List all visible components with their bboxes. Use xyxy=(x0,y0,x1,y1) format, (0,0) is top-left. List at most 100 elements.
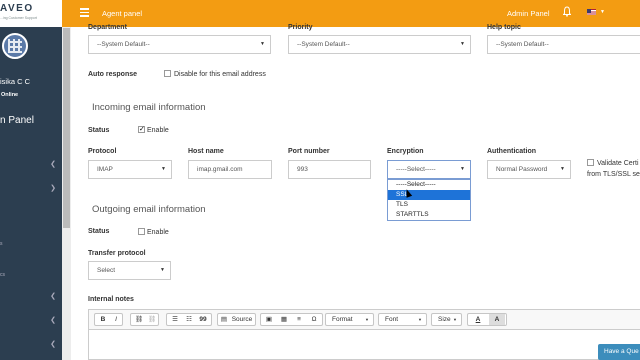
encryption-option-tls[interactable]: TLS xyxy=(388,200,470,210)
host-name-input[interactable] xyxy=(188,160,272,179)
outgoing-status-label: Status xyxy=(88,228,110,235)
avatar xyxy=(2,33,28,59)
validate-cert-label-line2: from TLS/SSL se xyxy=(587,171,640,178)
internal-notes-label: Internal notes xyxy=(88,296,134,303)
source-button[interactable]: ▤ Source xyxy=(217,313,256,326)
hamburger-menu-icon[interactable] xyxy=(80,8,89,17)
italic-button[interactable]: I xyxy=(110,314,122,325)
agent-panel-link[interactable]: Agent panel xyxy=(102,9,142,18)
incoming-status-label: Status xyxy=(88,127,110,134)
bell-icon[interactable] xyxy=(563,6,571,17)
chevron-down-icon: ▼ xyxy=(418,317,422,322)
language-caret-icon[interactable]: ▼ xyxy=(600,9,605,15)
protocol-label: Protocol xyxy=(88,148,117,155)
encryption-select-value: -----Select----- xyxy=(396,166,436,173)
sidebar-item-3[interactable]: ❮ xyxy=(0,285,62,309)
priority-select[interactable]: --System Default-- ▼ xyxy=(288,35,471,54)
format-dropdown-label: Format xyxy=(332,316,353,323)
chevron-down-icon: ▼ xyxy=(460,41,465,47)
encryption-option-starttls[interactable]: STARTTLS xyxy=(388,210,470,220)
logo-tagline: ...ing Customer Support xyxy=(0,16,37,20)
internal-notes-editor[interactable]: B I ⛓ ⛓ ☰ ☷ 99 ▤ Source ▣ ▦ ≡ Ω Format ▼ … xyxy=(88,309,640,360)
protocol-select[interactable]: IMAP ▼ xyxy=(88,160,172,179)
insert-group: ▣ ▦ ≡ Ω xyxy=(260,313,323,326)
blockquote-button[interactable]: 99 xyxy=(197,314,209,325)
list-group: ☰ ☷ 99 xyxy=(166,313,212,326)
chevron-down-icon: ❯ xyxy=(50,185,56,192)
table-icon[interactable]: ▦ xyxy=(278,314,290,325)
link-icon[interactable]: ⛓ xyxy=(133,314,145,325)
chevron-down-icon: ▼ xyxy=(260,41,265,47)
authentication-label: Authentication xyxy=(487,148,536,155)
link-group: ⛓ ⛓ xyxy=(130,313,159,326)
logo-text: AVEO xyxy=(0,3,34,14)
chevron-down-icon: ▼ xyxy=(160,267,165,273)
incoming-enable-checkbox[interactable] xyxy=(138,125,145,133)
validate-cert-checkbox[interactable] xyxy=(587,159,594,166)
format-dropdown[interactable]: Format ▼ xyxy=(325,313,374,326)
department-select[interactable]: --System Default-- ▼ xyxy=(88,35,271,54)
encryption-option-select[interactable]: -----Select----- xyxy=(388,180,470,190)
have-a-question-button[interactable]: Have a Que xyxy=(598,344,640,360)
logo[interactable]: AVEO ...ing Customer Support xyxy=(0,0,62,27)
encryption-select[interactable]: -----Select----- ▼ xyxy=(387,160,471,179)
sidebar-item-1[interactable]: ❮ xyxy=(0,153,62,177)
bold-button[interactable]: B xyxy=(97,314,109,325)
incoming-section-title: Incoming email information xyxy=(92,102,206,113)
help-topic-label: Help topic xyxy=(487,24,521,31)
sidebar-scrollbar[interactable] xyxy=(62,27,71,360)
sidebar-subitem-fragment-1[interactable]: s xyxy=(0,241,3,247)
chevron-down-icon: ▼ xyxy=(365,317,369,322)
image-icon[interactable]: ▣ xyxy=(263,314,275,325)
authentication-select[interactable]: Normal Password ▼ xyxy=(487,160,571,179)
scrollbar-thumb[interactable] xyxy=(63,28,70,228)
chevron-down-icon: ▼ xyxy=(560,166,565,172)
sidebar: isika C C Online n Panel ❮ ❯ s cs ❮ ❮ ❮ xyxy=(0,27,62,360)
encryption-option-ssl[interactable]: SSL xyxy=(388,190,470,200)
sidebar-panel-label: n Panel xyxy=(0,115,34,126)
outgoing-enable-checkbox[interactable] xyxy=(138,228,145,235)
us-flag-icon[interactable] xyxy=(587,9,596,15)
admin-panel-link[interactable]: Admin Panel xyxy=(507,9,550,18)
sidebar-item-5[interactable]: ❮ xyxy=(0,333,62,357)
validate-cert-label-line1: Validate Certi xyxy=(597,160,639,167)
font-dropdown[interactable]: Font ▼ xyxy=(378,313,427,326)
text-color-button[interactable]: A xyxy=(470,314,486,325)
numbered-list-icon[interactable]: ☰ xyxy=(169,314,181,325)
size-dropdown[interactable]: Size ▼ xyxy=(431,313,462,326)
chevron-left-icon: ❮ xyxy=(50,293,56,300)
auto-response-checkbox[interactable] xyxy=(164,70,171,77)
auto-response-checkbox-label: Disable for this email address xyxy=(174,71,266,78)
color-group: A A xyxy=(467,313,507,326)
outgoing-enable-label: Enable xyxy=(147,229,169,236)
size-dropdown-label: Size xyxy=(438,316,451,323)
transfer-protocol-label: Transfer protocol xyxy=(88,250,146,257)
chevron-left-icon: ❮ xyxy=(50,317,56,324)
font-dropdown-label: Font xyxy=(385,316,399,323)
chevron-left-icon: ❮ xyxy=(50,341,56,348)
user-name: isika C C xyxy=(0,77,31,86)
chevron-down-icon: ▼ xyxy=(161,166,166,172)
incoming-enable-label: Enable xyxy=(147,127,169,134)
help-topic-select-value: --System Default-- xyxy=(496,41,549,48)
port-number-input[interactable] xyxy=(288,160,371,179)
unlink-icon[interactable]: ⛓ xyxy=(146,314,158,325)
bulleted-list-icon[interactable]: ☷ xyxy=(183,314,195,325)
sidebar-subitem-fragment-2[interactable]: cs xyxy=(0,272,5,278)
chevron-down-icon: ▼ xyxy=(453,317,457,322)
sidebar-item-2[interactable]: ❯ xyxy=(0,177,62,201)
authentication-select-value: Normal Password xyxy=(496,166,548,173)
priority-select-value: --System Default-- xyxy=(297,41,350,48)
help-topic-select[interactable]: --System Default-- xyxy=(487,35,640,54)
horizontal-rule-icon[interactable]: ≡ xyxy=(293,314,305,325)
sidebar-item-4[interactable]: ❮ xyxy=(0,309,62,333)
department-select-value: --System Default-- xyxy=(97,41,150,48)
protocol-select-value: IMAP xyxy=(97,166,113,173)
transfer-protocol-select[interactable]: Select ▼ xyxy=(88,261,171,280)
transfer-protocol-select-value: Select xyxy=(97,267,116,274)
chevron-left-icon: ❮ xyxy=(50,161,56,168)
source-label: Source xyxy=(231,316,253,323)
background-color-button[interactable]: A xyxy=(489,314,505,325)
special-char-button[interactable]: Ω xyxy=(308,314,320,325)
auto-response-label: Auto response xyxy=(88,71,138,78)
